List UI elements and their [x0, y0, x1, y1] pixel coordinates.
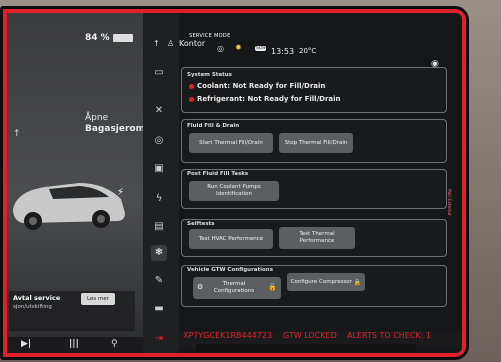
trunk-label-line2: Bagasjerom — [85, 124, 145, 134]
settings-icon[interactable]: ◎ — [217, 44, 224, 53]
selftests-title: Selftests — [187, 221, 215, 227]
sun-icon[interactable]: ✹ — [235, 43, 242, 52]
run-coolant-pumps-button[interactable]: Run Coolant Pumps Identification — [189, 181, 279, 201]
battery-icon — [113, 34, 133, 42]
physical-bottom-bar — [196, 344, 416, 352]
trunk-label-line1: Åpne — [85, 113, 109, 123]
frunk-indicator[interactable]: ↑ — [13, 129, 21, 139]
car-image — [13, 183, 125, 230]
chip-icon[interactable]: ▣ — [151, 161, 167, 177]
profile-icon[interactable]: ♙ — [167, 39, 174, 48]
test-thermal-line1: Test Thermal — [299, 231, 335, 237]
open-trunk-button[interactable]: Åpne Bagasjerom — [85, 113, 145, 135]
system-status-title: System Status — [187, 72, 232, 78]
test-thermal-line2: Performance — [299, 238, 335, 244]
gear-icon: ⚙ — [197, 283, 204, 291]
hazard-icon[interactable]: ↑ — [153, 39, 160, 48]
run-coolant-pumps-line2: Identification — [215, 191, 253, 197]
run-coolant-pumps-line1: Run Coolant Pumps — [207, 184, 261, 190]
compressor-lock-icon: 🔒 — [353, 278, 362, 286]
steering-wheel-icon[interactable]: ◎ — [151, 133, 167, 149]
battery-module-icon[interactable]: ▤ — [151, 219, 167, 235]
equalizer-icon[interactable]: ||| — [69, 339, 79, 349]
stop-thermal-fill-button[interactable]: Stop Thermal Fill/Drain — [279, 133, 353, 153]
outside-temperature: 20°C — [299, 47, 317, 55]
tools-icon[interactable]: ✕ — [151, 103, 167, 119]
start-thermal-fill-button[interactable]: Start Thermal Fill/Drain — [189, 133, 273, 153]
coolant-status: Coolant: Not Ready for Fill/Drain — [197, 82, 326, 90]
gtw-config-title: Vehicle GTW Configurations — [187, 267, 273, 273]
test-hvac-button[interactable]: Test HVAC Performance — [189, 229, 273, 249]
fluid-fill-title: Fluid Fill & Drain — [187, 123, 240, 129]
touchscreen: 84 % Åpne Bagasjerom ↑ ⚡ Avtal service s… — [0, 6, 469, 360]
side-label: Poll Exterior — [446, 189, 451, 216]
read-more-button[interactable]: Les mer — [81, 293, 115, 305]
configure-compressor-button[interactable]: Configure Compressor 🔒 — [287, 273, 365, 291]
clock: 13:53 — [271, 47, 295, 56]
configure-compressor-label: Configure Compressor — [290, 278, 352, 285]
play-icon[interactable]: ▶| — [21, 339, 31, 349]
location-label[interactable]: Kontor — [179, 39, 205, 48]
gtw-lock-state: GTW LOCKED — [283, 331, 337, 340]
vin-label: XP7YGCEK1RB444723 — [183, 331, 273, 340]
alerts-counter[interactable]: ALERTS TO CHECK: 1 — [347, 331, 431, 340]
charging-bolt-icon: ⚡ — [117, 187, 125, 198]
search-icon[interactable]: ⚲ — [111, 339, 118, 349]
test-thermal-button[interactable]: Test Thermal Performance — [279, 227, 355, 249]
hvac-fan-icon[interactable]: ❄ — [151, 245, 167, 261]
battery-percent: 84 % — [85, 33, 110, 43]
service-title: Avtal service — [13, 294, 61, 302]
seat-icon[interactable]: ▬ — [151, 301, 167, 317]
exit-icon[interactable]: ⇥ — [151, 331, 167, 347]
thermal-config-line2: Configurations — [213, 288, 255, 294]
bolt-icon[interactable]: ϟ — [151, 191, 167, 207]
post-fill-title: Post Fluid Fill Tasks — [187, 171, 249, 177]
lock-icon: 🔒 — [268, 283, 277, 291]
pen-icon[interactable]: ✎ — [151, 273, 167, 289]
coolant-status-dot — [189, 84, 194, 89]
sos-badge[interactable]: SOS — [255, 46, 267, 51]
thermal-config-line1: Thermal — [222, 281, 246, 287]
service-subtitle: sjon/utskifting — [13, 304, 52, 310]
refrigerant-status: Refrigerant: Not Ready for Fill/Drain — [197, 95, 341, 103]
thermal-configurations-button[interactable]: ⚙ Thermal Configurations 🔒 — [193, 277, 281, 299]
car-icon[interactable]: ▭ — [151, 65, 167, 81]
refrigerant-status-dot — [189, 97, 194, 102]
